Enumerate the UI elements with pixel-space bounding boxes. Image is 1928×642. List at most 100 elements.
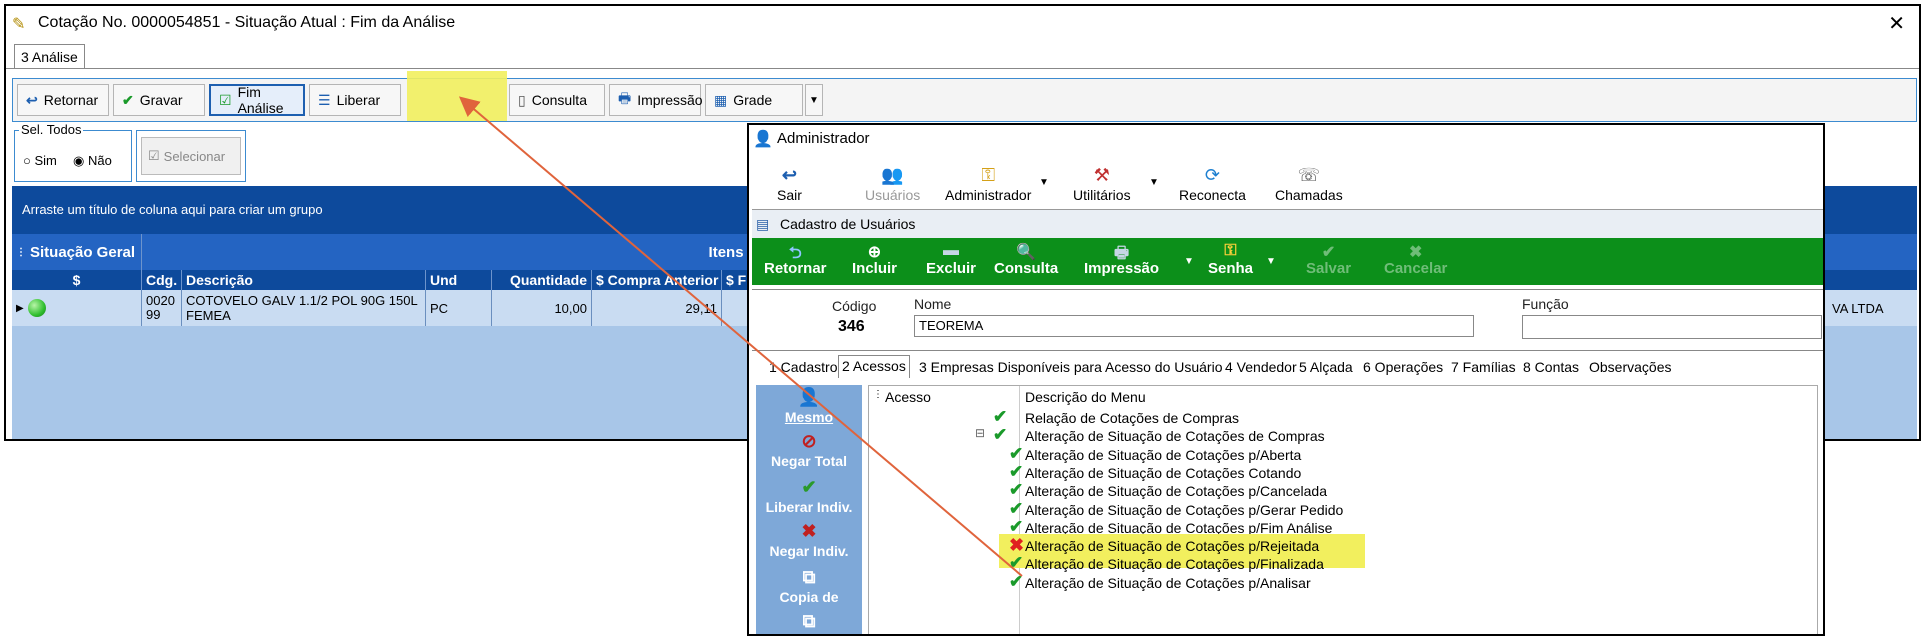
group-hint: Arraste um título de coluna aqui para cr… <box>22 202 323 217</box>
cad-retornar-button[interactable]: ⮌ Retornar <box>764 242 827 277</box>
negar-total-button[interactable]: ⊘ Negar Total <box>756 431 862 469</box>
cell-quantidade: 10,00 <box>492 290 592 326</box>
administrador-button[interactable]: ⚿ Administrador <box>945 165 1031 203</box>
key-icon: ⚿ <box>1224 242 1237 259</box>
gravar-button[interactable]: ✔ Gravar <box>113 84 205 116</box>
chamadas-button[interactable]: ☏ Chamadas <box>1275 165 1343 203</box>
col-cdg-label: Cdg. <box>146 272 178 288</box>
tab-empresas[interactable]: 3 Empresas Disponíveis para Acesso do Us… <box>916 357 1225 377</box>
nome-field[interactable]: TEOREMA <box>914 315 1474 337</box>
check-icon: ✔ <box>122 91 134 108</box>
liberar-indiv-button[interactable]: ✔ Liberar Indiv. <box>756 477 862 515</box>
funcao-field[interactable] <box>1522 315 1822 339</box>
radio-sim[interactable]: ○ Sim <box>23 153 57 168</box>
return-icon: ↩ <box>26 91 38 108</box>
chevron-down-icon[interactable]: ▼ <box>1149 177 1159 188</box>
tab-alcada[interactable]: 5 Alçada <box>1296 357 1356 377</box>
selecionar-group: ☑ Selecionar <box>136 130 246 182</box>
col-descricao[interactable]: Descrição <box>182 270 426 290</box>
tab-vendedor[interactable]: 4 Vendedor <box>1222 357 1300 377</box>
document-icon: ▯ <box>518 91 526 108</box>
negar-total-label: Negar Total <box>771 453 847 469</box>
tab-acessos[interactable]: 2 Acessos <box>838 355 910 378</box>
tree-row[interactable]: ✔ Alteração de Situação de Cotações p/Ana… <box>869 572 1817 595</box>
liberar-label: Liberar <box>336 92 381 108</box>
utilitarios-label: Utilitários <box>1073 187 1131 203</box>
col-und-label: Und <box>430 272 458 288</box>
consulta-button[interactable]: ▯ Consulta <box>509 84 605 116</box>
col-dollar[interactable]: $ <box>12 270 142 290</box>
selecionar-button[interactable]: ☑ Selecionar <box>141 137 241 175</box>
tab-cadastro[interactable]: 1 Cadastro <box>766 357 840 377</box>
extra-side-button[interactable]: ⧉ <box>756 611 862 633</box>
tree-row-label: Alteração de Situação de Cotações p/Fina… <box>1025 556 1324 573</box>
radio-nao[interactable]: ◉ Não <box>73 153 112 169</box>
liberar-button[interactable]: ☰ Liberar <box>309 84 401 116</box>
col-compra-anterior[interactable]: $ Compra Anterior <box>592 270 722 290</box>
band-itens[interactable]: Itens A <box>142 234 762 270</box>
cell-compra-anterior: 29,11 <box>592 290 722 326</box>
copia-de-button[interactable]: ⧉ Copia de <box>756 567 862 605</box>
allowed-check-icon[interactable]: ✔ <box>1009 553 1023 573</box>
retornar-button[interactable]: ↩ Retornar <box>17 84 109 116</box>
impressao-button[interactable]: 🖶 Impressão <box>609 84 703 116</box>
tab-contas[interactable]: 8 Contas <box>1520 357 1582 377</box>
allowed-check-icon[interactable]: ✔ <box>1009 572 1023 592</box>
utilitarios-button[interactable]: ⚒ Utilitários <box>1073 165 1131 203</box>
grade-dropdown-button[interactable]: ▼ <box>805 84 823 116</box>
reconecta-label: Reconecta <box>1179 187 1246 203</box>
col-quantidade-label: Quantidade <box>509 272 587 288</box>
cad-consulta-label: Consulta <box>994 260 1059 277</box>
tree-header: ⋮ Acesso Descrição do Menu <box>869 386 1817 634</box>
allowed-check-icon[interactable]: ✔ <box>993 425 1007 445</box>
allowed-check-icon[interactable]: ✔ <box>1009 462 1023 482</box>
fim-analise-button[interactable]: ☑ Fim Análise <box>209 84 305 116</box>
band-situacao-geral[interactable]: ⋮ Situação Geral <box>12 234 142 270</box>
sair-button[interactable]: ↩ Sair <box>777 165 802 203</box>
chevron-down-icon[interactable]: ▼ <box>1184 256 1194 267</box>
allowed-check-icon[interactable]: ✔ <box>1009 480 1023 500</box>
cad-consulta-button[interactable]: 🔍 Consulta <box>994 242 1058 277</box>
user-fields: Código 346 Nome TEOREMA Função <box>752 289 1823 351</box>
cad-cancelar-button[interactable]: ✖ Cancelar <box>1384 242 1447 277</box>
collapse-icon[interactable]: ⊟ <box>975 426 985 440</box>
allowed-check-icon[interactable]: ✔ <box>993 407 1007 427</box>
allowed-check-icon[interactable]: ✔ <box>1009 444 1023 464</box>
col-und[interactable]: Und <box>426 270 492 290</box>
tools-icon: ⚒ <box>1093 165 1110 185</box>
tree-row-label: Alteração de Situação de Cotações de Com… <box>1025 428 1325 445</box>
cad-salvar-button[interactable]: ✔ Salvar <box>1306 242 1351 277</box>
cad-impressao-button[interactable]: 🖶 Impressão <box>1084 242 1159 277</box>
reconecta-button[interactable]: ⟳ Reconecta <box>1179 165 1246 203</box>
close-icon[interactable]: ✕ <box>1888 11 1905 36</box>
selecionar-label: Selecionar <box>163 148 226 164</box>
radio-nao-label: Não <box>87 153 112 168</box>
tree-row-label: Alteração de Situação de Cotações p/Canc… <box>1025 483 1327 500</box>
column-chooser-icon: ⋮ <box>873 389 883 400</box>
grade-button[interactable]: ▦ Grade <box>705 84 803 116</box>
cad-salvar-label: Salvar <box>1306 260 1352 277</box>
chevron-down-icon[interactable]: ▼ <box>1039 177 1049 188</box>
consulta-label: Consulta <box>531 92 587 108</box>
allowed-check-icon[interactable]: ✔ <box>1009 499 1023 519</box>
col-descricao-menu[interactable]: Descrição do Menu <box>1025 389 1146 405</box>
col-acesso[interactable]: Acesso <box>885 389 931 405</box>
cad-incluir-button[interactable]: ⊕ Incluir <box>852 242 897 277</box>
chevron-down-icon[interactable]: ▼ <box>1266 256 1276 267</box>
app-icon: ✎ <box>12 16 26 33</box>
usuarios-button[interactable]: 👥 Usuários <box>865 165 920 203</box>
tab-analise[interactable]: 3 Análise <box>14 44 85 69</box>
tab-observacoes[interactable]: Observações <box>1586 357 1674 377</box>
highlight-empty-slot <box>407 71 507 121</box>
tab-operacoes[interactable]: 6 Operações <box>1360 357 1446 377</box>
cad-senha-button[interactable]: ⚿ Senha <box>1208 242 1253 277</box>
support-icon: ☏ <box>1297 165 1321 185</box>
retornar-label: Retornar <box>43 92 99 108</box>
col-quantidade[interactable]: Quantidade <box>492 270 592 290</box>
user-block-icon: ⊘ <box>801 431 817 451</box>
mesmo-button[interactable]: 👤 Mesmo <box>756 387 862 425</box>
tab-familias[interactable]: 7 Famílias <box>1448 357 1519 377</box>
negar-indiv-button[interactable]: ✖ Negar Indiv. <box>756 521 862 559</box>
cad-excluir-button[interactable]: ▬ Excluir <box>926 242 976 277</box>
col-cdg[interactable]: Cdg. <box>142 270 182 290</box>
